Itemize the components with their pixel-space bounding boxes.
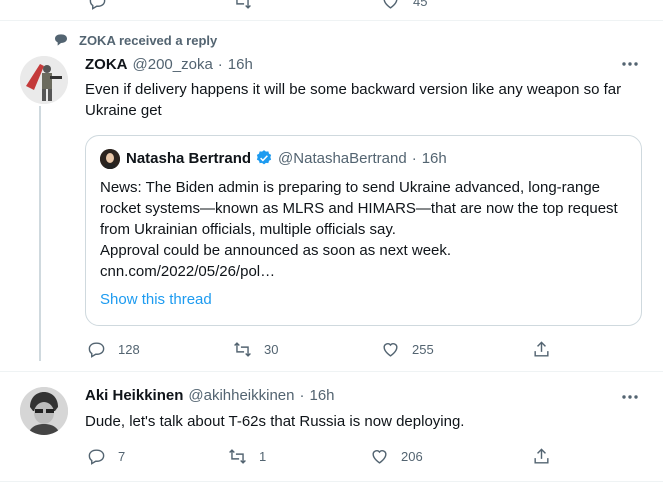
retweet-count: 30 [264, 342, 279, 357]
avatar [100, 149, 120, 169]
divider [0, 481, 663, 482]
social-context-text: ZOKA received a reply [79, 32, 218, 48]
avatar[interactable] [20, 387, 68, 435]
separator: · [411, 149, 417, 167]
share-icon [534, 341, 549, 357]
tweet-header: ZOKA @200_zoka · 16h [85, 56, 253, 73]
like-button[interactable]: 206 [370, 447, 423, 466]
avatar-image [20, 387, 68, 435]
timestamp[interactable]: 16h [310, 387, 335, 404]
timestamp: 16h [421, 149, 447, 167]
quoted-tweet-text: News: The Biden admin is preparing to se… [100, 179, 618, 280]
reply-count: 128 [118, 342, 140, 357]
quoted-tweet[interactable]: Natasha Bertrand @NatashaBertrand · 16h … [85, 135, 642, 326]
user-handle: @NatashaBertrand [278, 149, 407, 167]
tweet-header: Aki Heikkinen @akihheikkinen · 16h [85, 387, 335, 404]
like-icon [383, 343, 398, 357]
user-handle[interactable]: @200_zoka [133, 56, 213, 73]
separator: · [217, 56, 223, 73]
verified-badge-icon [256, 150, 272, 165]
share-icon [534, 448, 549, 464]
reply-button[interactable]: 7 [87, 447, 125, 466]
avatar-image [100, 149, 120, 169]
separator: · [299, 387, 305, 404]
retweet-button[interactable]: 30 [233, 340, 278, 359]
timestamp[interactable]: 16h [228, 56, 253, 73]
avatar-image [20, 56, 68, 104]
retweet-icon [229, 449, 246, 464]
like-icon[interactable] [381, 0, 400, 11]
retweet-count: 1 [259, 449, 267, 464]
share-button[interactable] [532, 447, 551, 466]
reply-icon[interactable] [88, 0, 107, 11]
like-count: 255 [412, 342, 434, 357]
user-handle[interactable]: @akihheikkinen [188, 387, 294, 404]
reply-icon [88, 342, 105, 358]
tweet-header: Natasha Bertrand @NatashaBertrand · 16h [126, 149, 447, 167]
social-context: ZOKA received a reply [53, 32, 217, 48]
more-options-icon[interactable] [620, 387, 640, 407]
more-options-icon[interactable] [620, 54, 640, 74]
display-name[interactable]: ZOKA [85, 56, 128, 73]
display-name[interactable]: Aki Heikkinen [85, 387, 183, 404]
like-count: 45 [413, 0, 428, 9]
like-count: 206 [401, 449, 423, 464]
thread-line [39, 106, 41, 361]
comment-bubble-icon [55, 34, 67, 46]
previous-tweet-actions: 45 [0, 0, 663, 16]
retweet-icon [234, 342, 251, 357]
avatar[interactable] [20, 56, 68, 104]
reply-icon [88, 449, 105, 465]
divider [0, 20, 663, 21]
tweet-text: Dude, let's talk about T-62s that Russia… [85, 413, 465, 430]
show-thread-link[interactable]: Show this thread [100, 291, 212, 308]
divider [0, 371, 663, 372]
like-button[interactable]: 255 [381, 340, 434, 359]
reply-button[interactable]: 128 [87, 340, 140, 359]
tweet-text: Even if delivery happens it will be some… [85, 81, 622, 119]
reply-count: 7 [118, 449, 126, 464]
retweet-button[interactable]: 1 [228, 447, 266, 466]
retweet-icon[interactable] [233, 0, 252, 11]
like-icon [372, 450, 387, 464]
display-name: Natasha Bertrand [126, 149, 252, 167]
share-button[interactable] [532, 340, 551, 359]
